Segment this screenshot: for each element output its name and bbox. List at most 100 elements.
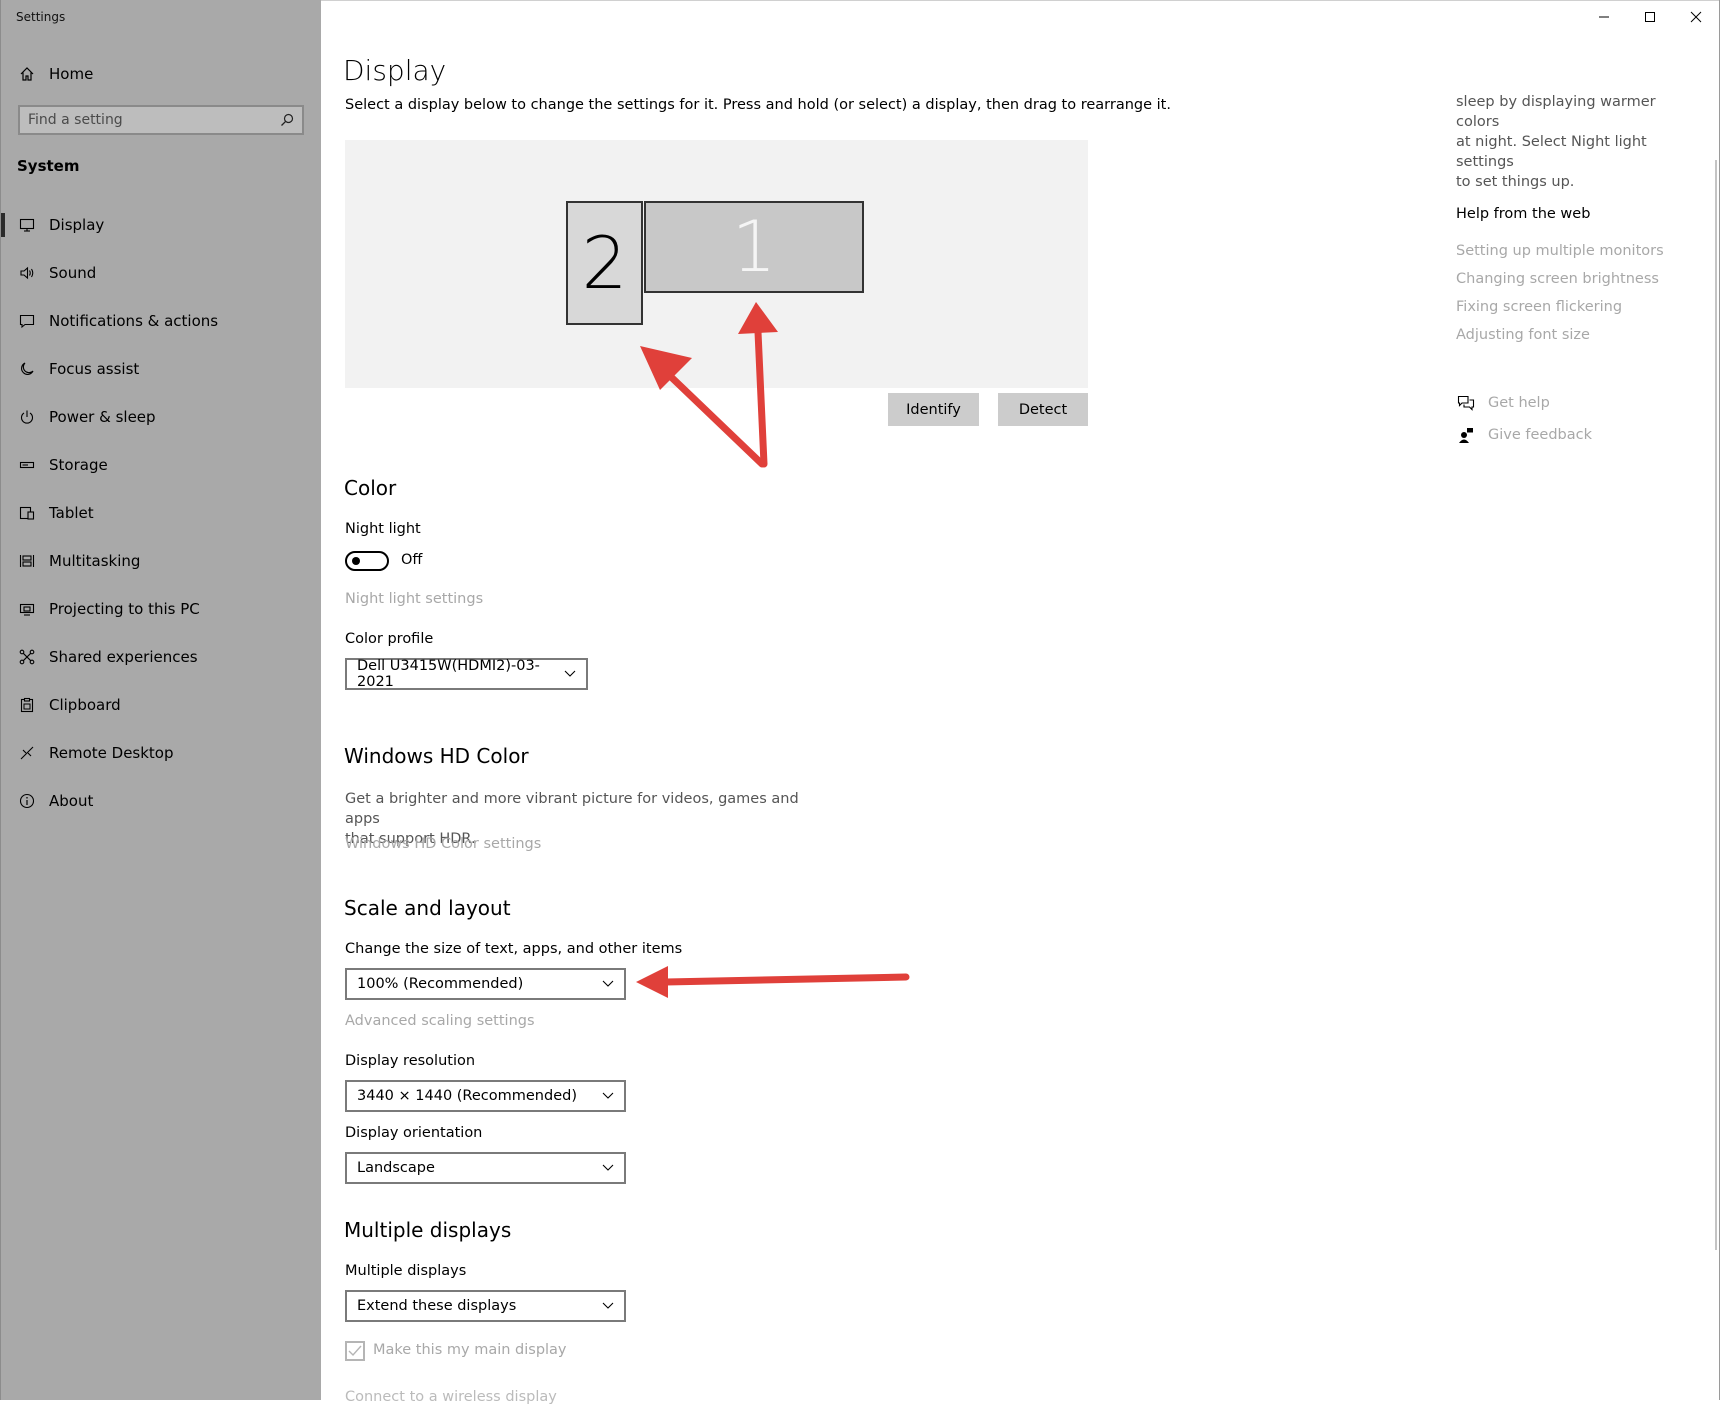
minimize-button[interactable] bbox=[1581, 0, 1627, 34]
multiple-displays-heading: Multiple displays bbox=[344, 1218, 512, 1242]
maximize-button[interactable] bbox=[1627, 0, 1673, 34]
sidebar-item-power-sleep[interactable]: Power & sleep bbox=[1, 393, 322, 441]
sidebar-item-tablet[interactable]: Tablet bbox=[1, 489, 322, 537]
get-help-label: Get help bbox=[1488, 395, 1550, 411]
feedback-person-icon bbox=[1456, 425, 1476, 445]
night-light-side-description: sleep by displaying warmer colors at nig… bbox=[1456, 92, 1696, 192]
sidebar-item-label: Remote Desktop bbox=[49, 744, 174, 762]
help-link-multiple-monitors[interactable]: Setting up multiple monitors bbox=[1456, 243, 1664, 259]
info-icon bbox=[17, 791, 37, 811]
help-from-web-heading: Help from the web bbox=[1456, 206, 1591, 222]
sidebar-item-label: Clipboard bbox=[49, 696, 121, 714]
sidebar-item-display[interactable]: Display bbox=[1, 201, 322, 249]
monitor-icon bbox=[17, 215, 37, 235]
hd-color-settings-link[interactable]: Windows HD Color settings bbox=[345, 836, 541, 852]
minimize-icon bbox=[1598, 8, 1610, 27]
sidebar-item-shared-experiences[interactable]: Shared experiences bbox=[1, 633, 322, 681]
maximize-icon bbox=[1644, 8, 1656, 27]
main-display-checkbox-label: Make this my main display bbox=[373, 1342, 567, 1358]
display-1-tile[interactable]: 1 bbox=[644, 201, 864, 293]
sidebar-item-label: Shared experiences bbox=[49, 648, 198, 666]
resolution-label: Display resolution bbox=[345, 1053, 476, 1069]
scale-label: Change the size of text, apps, and other… bbox=[345, 941, 683, 957]
chevron-down-icon bbox=[602, 1298, 614, 1314]
storage-icon bbox=[17, 455, 37, 475]
tablet-icon bbox=[17, 503, 37, 523]
shared-icon bbox=[17, 647, 37, 667]
sidebar-item-multitasking[interactable]: Multitasking bbox=[1, 537, 322, 585]
sidebar-item-about[interactable]: About bbox=[1, 777, 322, 825]
orientation-label: Display orientation bbox=[345, 1125, 483, 1141]
help-link-screen-brightness[interactable]: Changing screen brightness bbox=[1456, 271, 1659, 287]
orientation-select[interactable]: Landscape bbox=[345, 1152, 626, 1184]
resolution-value: 3440 × 1440 (Recommended) bbox=[357, 1088, 577, 1104]
multiple-displays-select[interactable]: Extend these displays bbox=[345, 1290, 626, 1322]
color-profile-select[interactable]: Dell U3415W(HDMI2)-03-2021 bbox=[345, 658, 588, 690]
sidebar-item-storage[interactable]: Storage bbox=[1, 441, 322, 489]
speaker-icon bbox=[17, 263, 37, 283]
remote-desktop-icon bbox=[17, 743, 37, 763]
sidebar-item-label: Projecting to this PC bbox=[49, 600, 200, 618]
nav-home[interactable]: Home bbox=[17, 62, 93, 86]
side-desc-line1: sleep by displaying warmer colors bbox=[1456, 94, 1656, 130]
sidebar-item-label: Multitasking bbox=[49, 552, 141, 570]
clipboard-icon bbox=[17, 695, 37, 715]
search-input[interactable] bbox=[20, 111, 276, 129]
sidebar-item-label: Storage bbox=[49, 456, 108, 474]
chevron-down-icon bbox=[602, 1088, 614, 1104]
night-light-label: Night light bbox=[345, 521, 421, 537]
display-intro-text: Select a display below to change the set… bbox=[345, 97, 1171, 113]
side-desc-line3: to set things up. bbox=[1456, 174, 1575, 190]
sidebar-item-projecting[interactable]: Projecting to this PC bbox=[1, 585, 322, 633]
moon-icon bbox=[17, 359, 37, 379]
sidebar-item-label: About bbox=[49, 792, 94, 810]
color-profile-value: Dell U3415W(HDMI2)-03-2021 bbox=[357, 658, 540, 690]
sidebar: Settings Home System Display Sound Notif… bbox=[0, 0, 321, 1400]
chevron-down-icon bbox=[602, 976, 614, 992]
message-icon bbox=[17, 311, 37, 331]
app-title: Settings bbox=[16, 10, 66, 24]
sidebar-item-notifications[interactable]: Notifications & actions bbox=[1, 297, 322, 345]
toggle-knob bbox=[352, 557, 360, 565]
detect-button[interactable]: Detect bbox=[998, 393, 1088, 426]
hd-color-heading: Windows HD Color bbox=[344, 744, 529, 768]
sidebar-item-label: Sound bbox=[49, 264, 97, 282]
identify-button[interactable]: Identify bbox=[888, 393, 979, 426]
sidebar-item-clipboard[interactable]: Clipboard bbox=[1, 681, 322, 729]
close-icon bbox=[1690, 8, 1702, 27]
orientation-value: Landscape bbox=[357, 1160, 435, 1176]
color-heading: Color bbox=[344, 476, 397, 500]
chevron-down-icon bbox=[564, 666, 576, 682]
close-button[interactable] bbox=[1673, 0, 1719, 34]
night-light-toggle[interactable] bbox=[345, 551, 389, 571]
arrow-to-scale-select bbox=[636, 966, 910, 998]
night-light-state: Off bbox=[401, 552, 423, 568]
night-light-settings-link[interactable]: Night light settings bbox=[345, 591, 483, 607]
resolution-select[interactable]: 3440 × 1440 (Recommended) bbox=[345, 1080, 626, 1112]
multitasking-icon bbox=[17, 551, 37, 571]
give-feedback-link[interactable]: Give feedback bbox=[1456, 425, 1592, 445]
multiple-displays-label: Multiple displays bbox=[345, 1263, 467, 1279]
search-icon[interactable] bbox=[276, 113, 298, 127]
sidebar-item-remote-desktop[interactable]: Remote Desktop bbox=[1, 729, 322, 777]
sidebar-item-label: Power & sleep bbox=[49, 408, 156, 426]
sidebar-item-label: Tablet bbox=[49, 504, 94, 522]
search-box[interactable] bbox=[18, 105, 304, 135]
help-link-screen-flickering[interactable]: Fixing screen flickering bbox=[1456, 299, 1622, 315]
color-profile-label: Color profile bbox=[345, 631, 434, 647]
sidebar-item-sound[interactable]: Sound bbox=[1, 249, 322, 297]
sidebar-item-focus-assist[interactable]: Focus assist bbox=[1, 345, 322, 393]
wireless-display-link[interactable]: Connect to a wireless display bbox=[345, 1389, 557, 1405]
advanced-scaling-link[interactable]: Advanced scaling settings bbox=[345, 1013, 535, 1029]
get-help-link[interactable]: Get help bbox=[1456, 393, 1550, 413]
scale-select[interactable]: 100% (Recommended) bbox=[345, 968, 626, 1000]
power-icon bbox=[17, 407, 37, 427]
main-display-checkbox[interactable] bbox=[345, 1341, 365, 1361]
help-link-font-size[interactable]: Adjusting font size bbox=[1456, 327, 1590, 343]
scrollbar[interactable] bbox=[1715, 160, 1717, 1250]
nav-list: Display Sound Notifications & actions Fo… bbox=[1, 201, 322, 825]
display-2-tile[interactable]: 2 bbox=[566, 201, 643, 325]
side-desc-line2: at night. Select Night light settings bbox=[1456, 134, 1647, 170]
hd-color-description-line1: Get a brighter and more vibrant picture … bbox=[345, 791, 799, 827]
sidebar-item-label: Display bbox=[49, 216, 105, 234]
